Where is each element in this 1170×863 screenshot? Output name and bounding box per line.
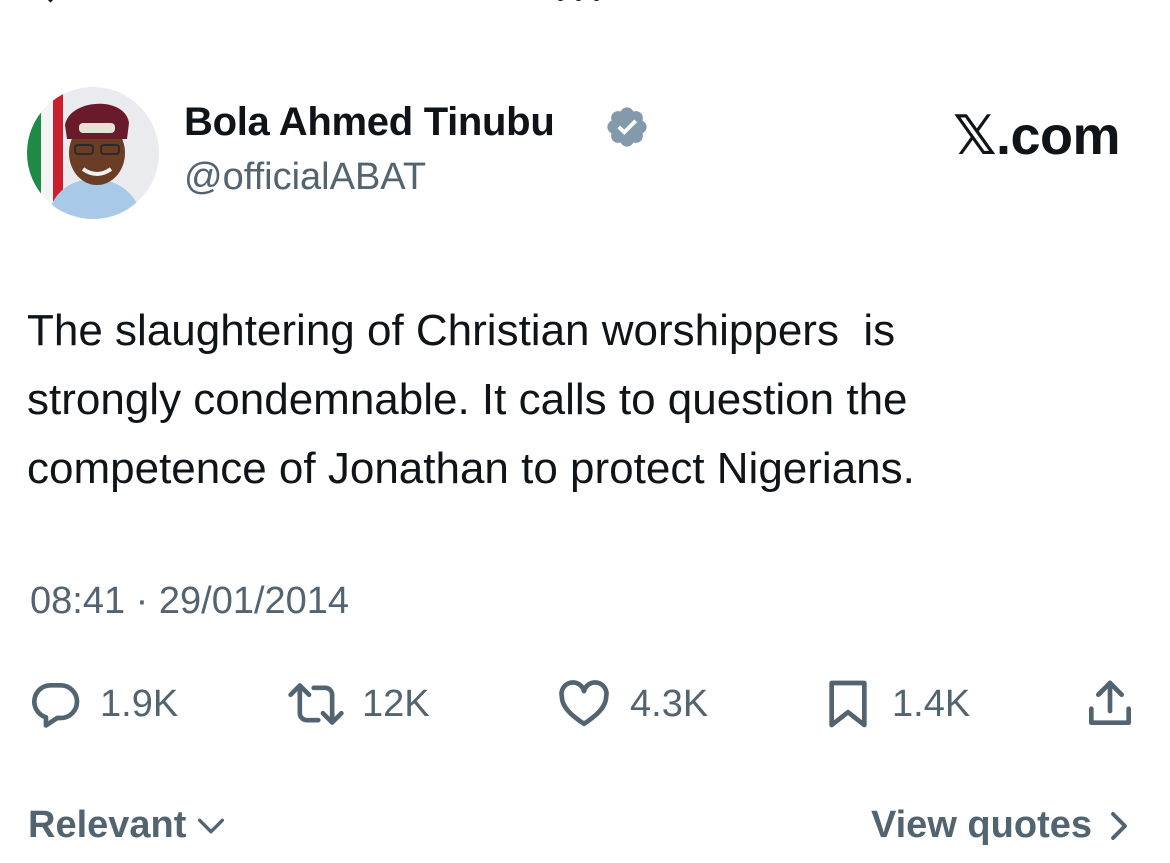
repost-count: 12K (362, 682, 430, 725)
bookmark-count: 1.4K (892, 682, 971, 725)
bookmark-icon (829, 680, 867, 728)
top-bar-clipped (0, 0, 1170, 6)
sort-replies-dropdown[interactable]: Relevant (28, 804, 228, 847)
reply-icon (32, 682, 80, 728)
reply-count: 1.9K (100, 682, 179, 725)
like-button[interactable]: 4.3K (554, 676, 708, 732)
avatar[interactable] (27, 87, 159, 219)
more-options-icon[interactable] (556, 0, 601, 1)
author-name[interactable]: Bola Ahmed Tinubu (184, 100, 555, 145)
tweet-timestamp[interactable]: 08:41 · 29/01/2014 (30, 580, 349, 623)
brand-label: 𝕏.com (952, 106, 1121, 166)
heart-icon (559, 680, 609, 727)
like-count: 4.3K (630, 682, 709, 725)
tweet-text: The slaughtering of Christian worshipper… (27, 306, 915, 493)
action-bar: 1.9K 12K 4.3K 1.4K (0, 676, 1170, 732)
back-chevron-icon[interactable] (38, 0, 63, 3)
chevron-down-icon (198, 818, 225, 833)
view-quotes-label: View quotes (870, 804, 1092, 846)
reply-button[interactable]: 1.9K (28, 676, 178, 732)
sort-label: Relevant (28, 804, 187, 846)
share-icon (1089, 680, 1131, 725)
view-quotes-link[interactable]: View quotes (871, 804, 1134, 847)
repost-icon (288, 683, 344, 725)
author-handle[interactable]: @officialABAT (184, 156, 426, 199)
share-button[interactable] (1082, 676, 1138, 732)
verified-badge-icon (607, 107, 647, 147)
chevron-right-icon (1111, 811, 1127, 840)
repost-button[interactable]: 12K (286, 676, 430, 732)
bookmark-button[interactable]: 1.4K (820, 676, 970, 732)
